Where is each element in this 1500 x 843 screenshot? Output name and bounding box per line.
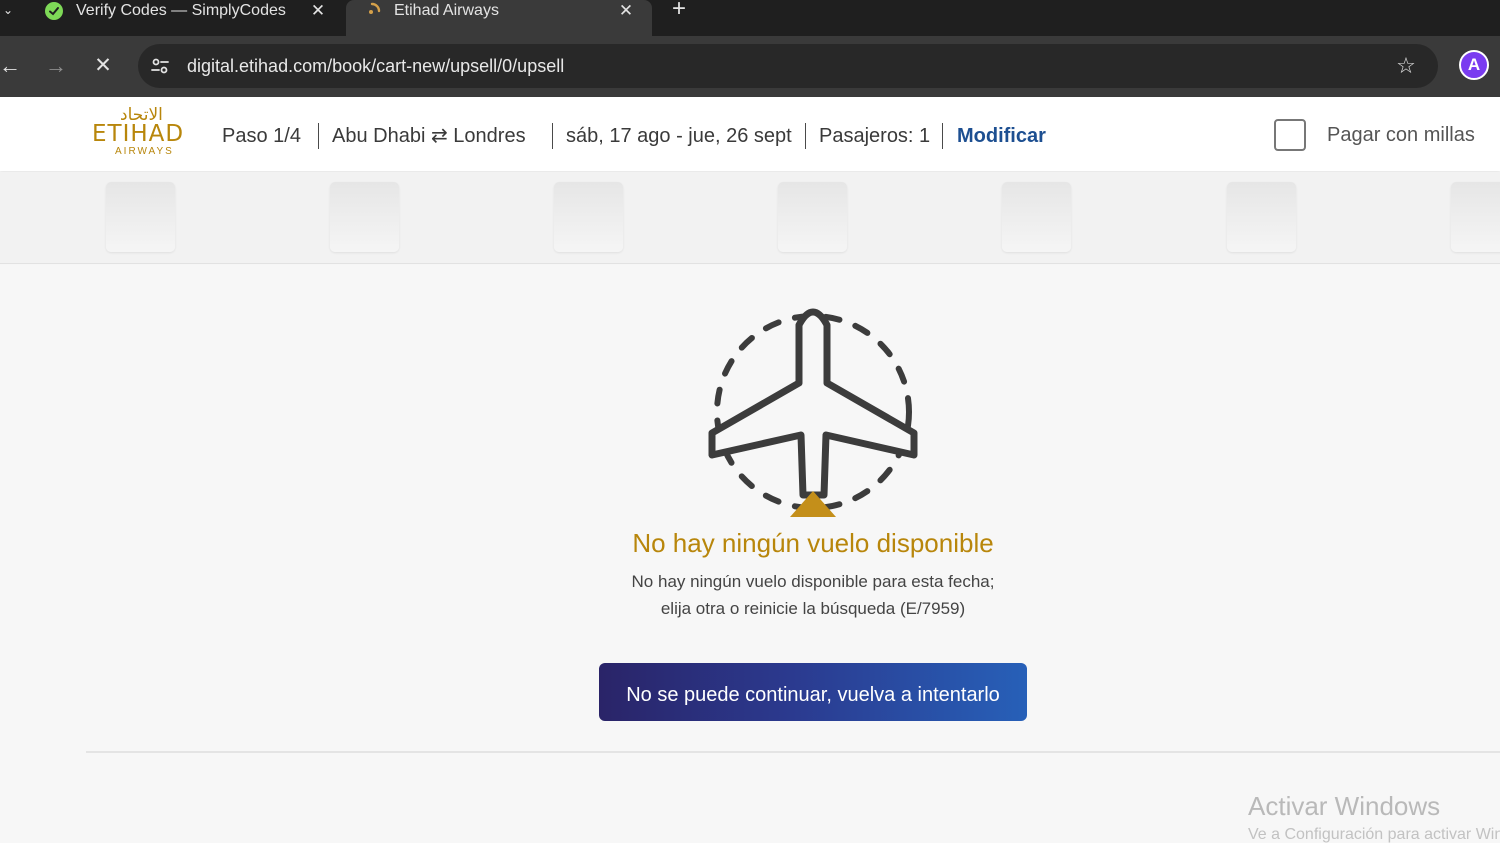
date-skeleton-card bbox=[330, 182, 399, 252]
route-destination: Londres bbox=[453, 125, 526, 147]
tab-close-icon[interactable]: ✕ bbox=[614, 1, 638, 21]
tab-close-icon[interactable]: ✕ bbox=[306, 1, 330, 21]
date-skeleton-card bbox=[1451, 182, 1500, 252]
logo-sub: AIRWAYS bbox=[115, 146, 174, 157]
passenger-count: Pasajeros: 1 bbox=[819, 125, 931, 147]
message-line: No hay ningún vuelo disponible para esta… bbox=[631, 572, 995, 591]
windows-activation-watermark: Activar Windows bbox=[1248, 791, 1441, 821]
header-divider bbox=[805, 123, 806, 149]
no-flights-title: No hay ningún vuelo disponible bbox=[632, 528, 994, 558]
booking-step: Paso 1/4 bbox=[222, 125, 301, 147]
url-text[interactable]: digital.etihad.com/book/cart-new/upsell/… bbox=[187, 54, 564, 78]
tab-title: Etihad Airways bbox=[394, 2, 499, 19]
windows-activation-hint: Ve a Configuración para activar Windows. bbox=[1248, 826, 1500, 843]
header-divider bbox=[942, 123, 943, 149]
etihad-logo[interactable]: الاتحاد ETIHAD AIRWAYS bbox=[90, 105, 194, 161]
booking-header: الاتحاد ETIHAD AIRWAYS Paso 1/4 Abu Dhab… bbox=[0, 97, 1500, 171]
route-origin: Abu Dhabi bbox=[332, 125, 426, 147]
date-skeleton-card bbox=[1227, 182, 1296, 252]
site-settings-icon[interactable] bbox=[148, 54, 172, 78]
back-arrow-icon[interactable]: ← bbox=[0, 52, 24, 80]
swap-arrows-icon: ⇄ bbox=[430, 125, 448, 147]
date-skeleton-card bbox=[778, 182, 847, 252]
browser-toolbar: ← → ✕ digital.etihad.com/book/cart-new/u… bbox=[0, 36, 1500, 97]
loading-spinner-icon bbox=[369, 2, 381, 14]
tab-title: Verify Codes — SimplyCodes bbox=[76, 2, 286, 19]
forward-arrow-icon[interactable]: → bbox=[42, 52, 70, 80]
stop-loading-icon[interactable]: ✕ bbox=[89, 52, 117, 80]
logo-name: ETIHAD bbox=[92, 121, 185, 147]
route: Abu Dhabi ⇄ Londres bbox=[332, 123, 526, 149]
section-divider bbox=[86, 751, 1500, 753]
pay-with-miles-label[interactable]: Pagar con millas bbox=[1327, 122, 1475, 148]
flight-results-area: No hay ningún vuelo disponible No hay ni… bbox=[0, 265, 1500, 843]
date-skeleton-card bbox=[554, 182, 623, 252]
no-flights-message: No hay ningún vuelo disponible para esta… bbox=[450, 568, 1176, 622]
new-tab-button[interactable]: + bbox=[666, 0, 692, 24]
message-line: elija otra o reinicie la búsqueda (E/795… bbox=[660, 599, 966, 618]
profile-avatar[interactable]: A bbox=[1459, 50, 1489, 80]
tab-simplycodes[interactable]: Verify Codes — SimplyCodes ✕ bbox=[28, 0, 344, 36]
header-divider bbox=[318, 123, 319, 149]
travel-dates: sáb, 17 ago - jue, 26 sept bbox=[566, 125, 792, 147]
tab-etihad[interactable]: Etihad Airways ✕ bbox=[346, 0, 652, 36]
tab-search-chevron-icon[interactable]: ⌄ bbox=[0, 0, 16, 22]
pay-with-miles-checkbox[interactable] bbox=[1274, 119, 1306, 151]
star-icon[interactable]: ☆ bbox=[1394, 53, 1418, 79]
date-selector-skeleton bbox=[0, 172, 1500, 264]
modify-search-link[interactable]: Modificar bbox=[957, 123, 1046, 149]
browser-tabstrip: ⌄ Verify Codes — SimplyCodes ✕ Etihad Ai… bbox=[0, 0, 1500, 36]
retry-button[interactable]: No se puede continuar, vuelva a intentar… bbox=[599, 663, 1027, 721]
no-flights-airplane-icon bbox=[708, 308, 918, 517]
date-skeleton-card bbox=[106, 182, 175, 252]
address-bar[interactable]: digital.etihad.com/book/cart-new/upsell/… bbox=[138, 44, 1438, 88]
date-skeleton-card bbox=[1002, 182, 1071, 252]
simplycodes-favicon-icon bbox=[45, 2, 63, 20]
header-divider bbox=[552, 123, 553, 149]
